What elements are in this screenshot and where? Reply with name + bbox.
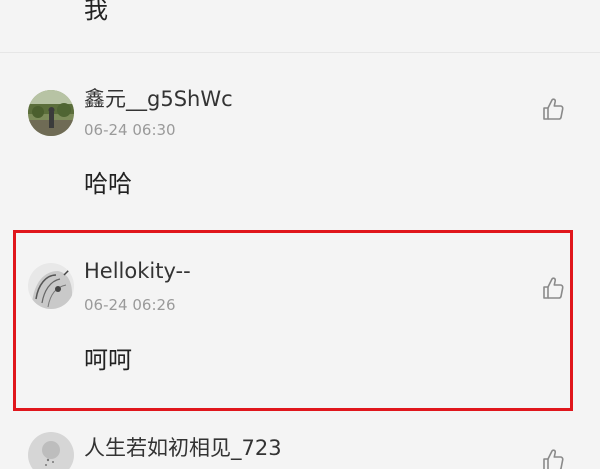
comment-username[interactable]: 人生若如初相见_723 [84, 432, 282, 462]
avatar-image [28, 432, 74, 469]
comment-content: 哈哈 [84, 170, 132, 198]
like-button[interactable] [542, 97, 564, 121]
highlight-box [13, 230, 573, 411]
divider [0, 52, 600, 53]
comment-time: 06-24 06:30 [84, 121, 176, 139]
avatar-image [28, 90, 74, 136]
previous-comment-content: 我 [84, 0, 108, 24]
comment-list: 我 鑫元__g5ShWc 06-24 06:30 哈哈 Hellokity-- … [0, 0, 600, 469]
comment-username[interactable]: 鑫元__g5ShWc [84, 83, 233, 113]
like-button[interactable] [542, 448, 564, 469]
thumbs-up-icon [543, 98, 564, 120]
avatar[interactable] [28, 90, 74, 136]
thumbs-up-icon [543, 449, 564, 469]
avatar[interactable] [28, 432, 74, 469]
